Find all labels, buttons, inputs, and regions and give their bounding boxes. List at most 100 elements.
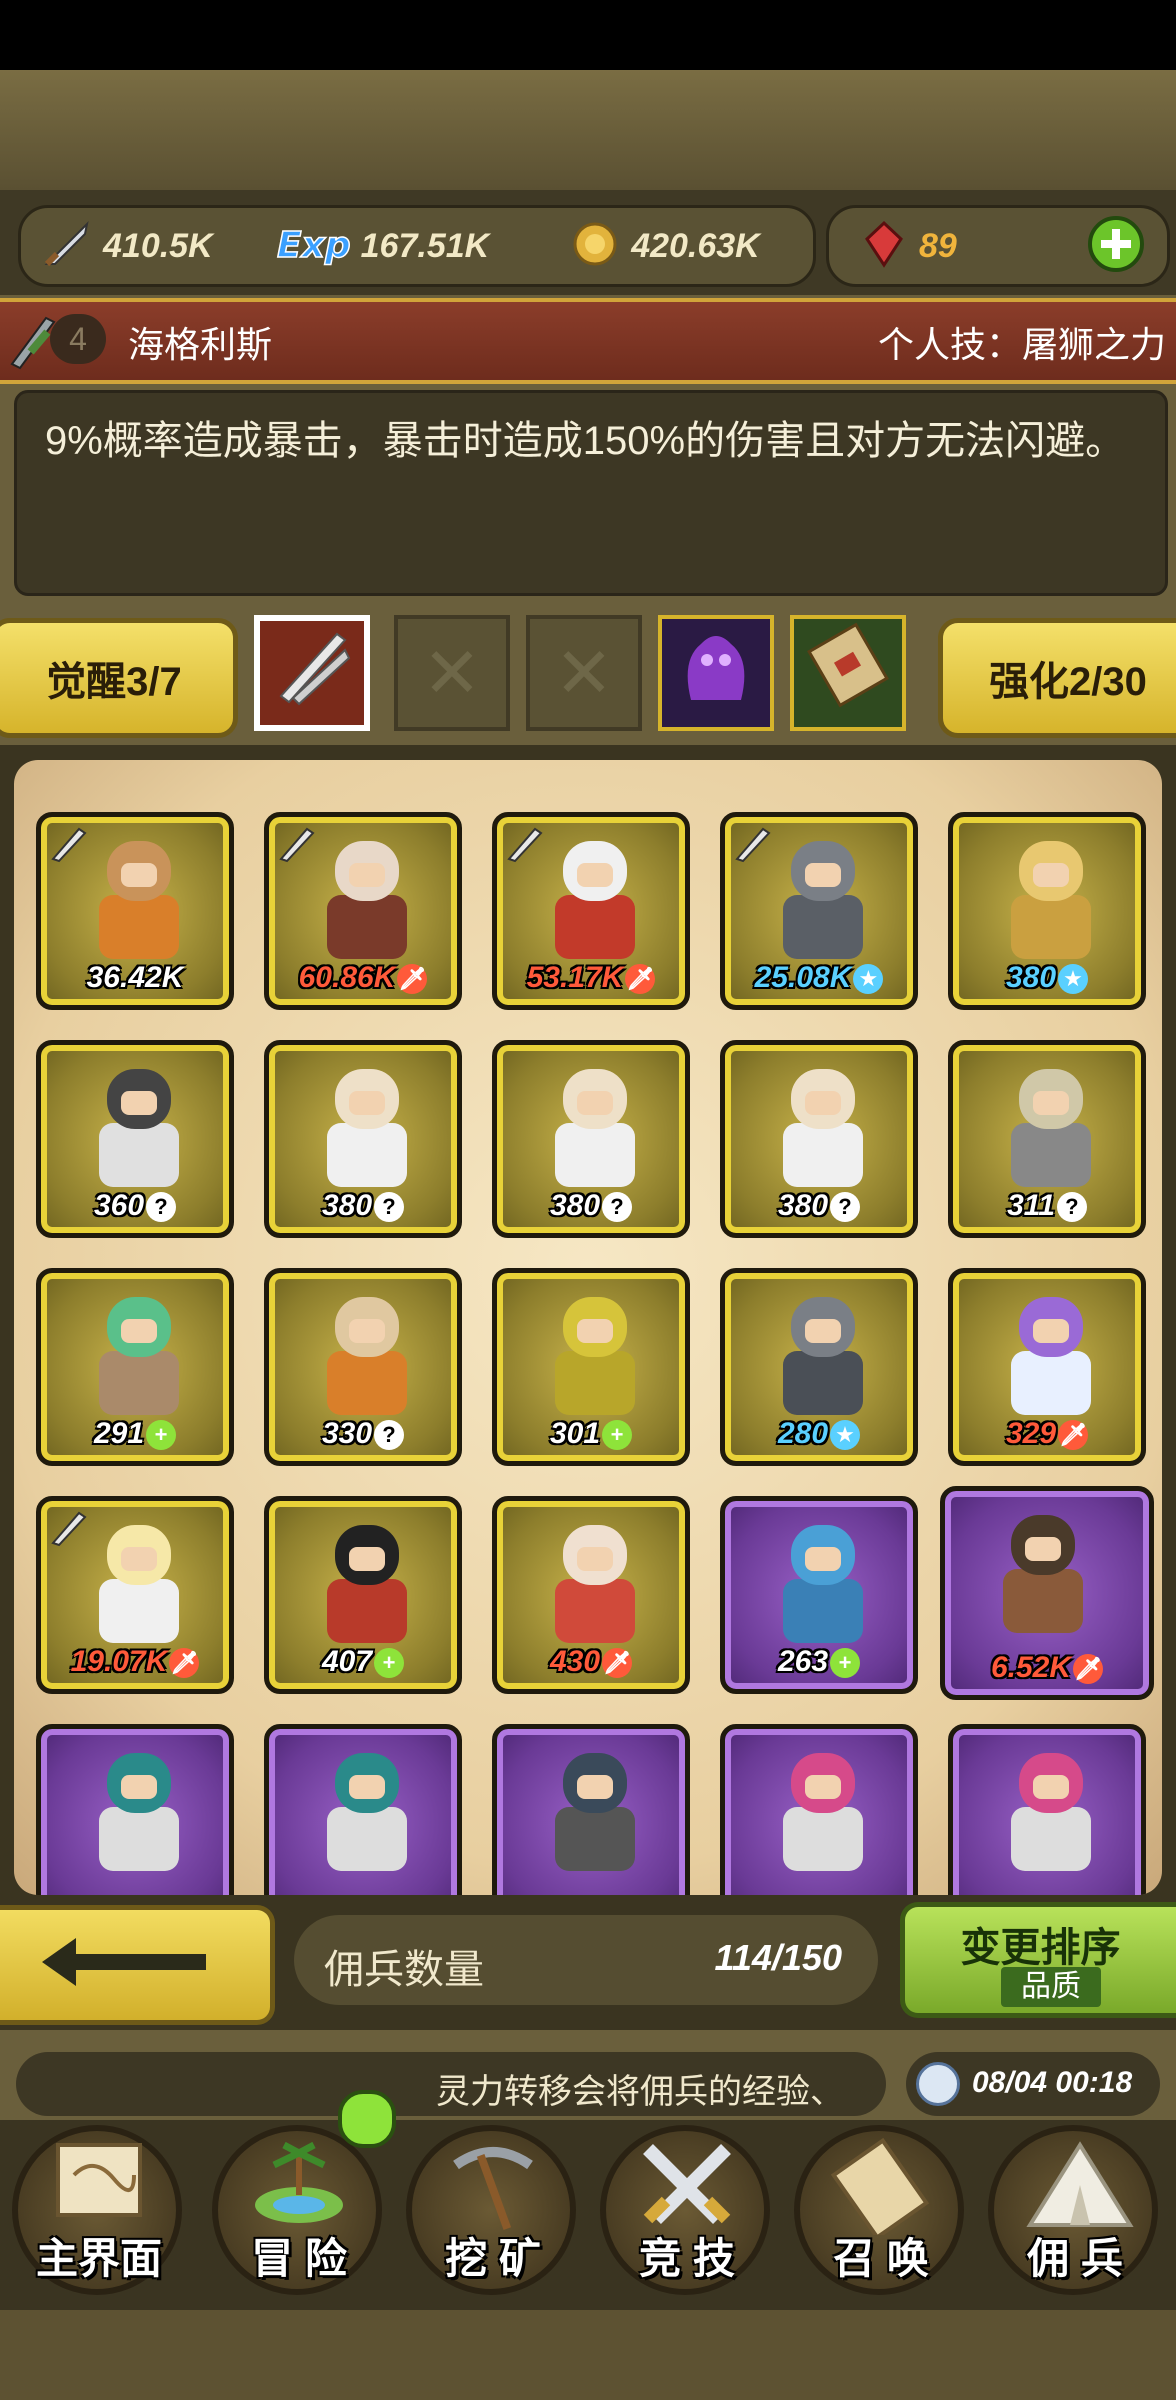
mercenary-card[interactable]: 380?	[264, 1040, 462, 1238]
date-time: 08/04 00:18	[972, 2066, 1133, 2099]
mercenary-power-value: 263	[777, 1645, 829, 1678]
mercenary-power: 407 +	[269, 1645, 457, 1679]
mercenary-card[interactable]: 301 +	[492, 1268, 690, 1466]
mercenary-portrait	[1003, 1753, 1099, 1877]
hero-skill-name: 个人技：屠狮之力	[877, 324, 1166, 365]
class-badge-icon: +	[146, 1420, 177, 1451]
mercenary-power-value: 311	[1007, 1189, 1055, 1222]
mercenary-portrait	[547, 1525, 643, 1649]
mercenary-power: 360?	[41, 1189, 229, 1223]
mercenary-portrait	[1003, 1297, 1099, 1421]
mercenary-power: 380?	[725, 1189, 913, 1223]
mercenary-card[interactable]: 60.86K 🗡	[264, 812, 462, 1010]
nav-mining[interactable]: 挖 矿	[398, 2105, 588, 2305]
skill-description: 9%概率造成暴击，暴击时造成150%的伤害且对方无法闪避。	[45, 419, 1126, 463]
empty-slot-1[interactable]: ✕	[394, 615, 510, 731]
mercenary-card[interactable]: 6.52K 🗡	[940, 1486, 1154, 1700]
mercenary-card[interactable]	[36, 1724, 234, 1895]
class-badge-icon: ★	[853, 964, 884, 995]
resource-panel: 410.5K Exp 167.51K 420.63K	[18, 205, 816, 287]
class-badge-icon: +	[602, 1420, 633, 1451]
mercenary-portrait	[91, 1753, 187, 1877]
scroll-skill-slot[interactable]	[790, 615, 906, 731]
class-badge-icon: +	[830, 1648, 861, 1679]
mercenary-power-value: 25.08K	[754, 961, 852, 994]
mercenary-portrait	[319, 1297, 415, 1421]
class-badge-icon: ?	[146, 1192, 177, 1223]
nav-mercenary[interactable]: 佣 兵	[980, 2105, 1170, 2305]
mercenary-power-value: 280	[777, 1417, 829, 1450]
gold-value: 420.63K	[631, 226, 760, 265]
mercenary-portrait	[547, 841, 643, 965]
mercenary-card[interactable]: 263 +	[720, 1496, 918, 1694]
mercenary-count-label: 佣兵数量	[324, 1948, 484, 1992]
mercenary-power-value: 330	[321, 1417, 373, 1450]
mercenary-card[interactable]: 19.07K 🗡	[36, 1496, 234, 1694]
class-badge-icon: ★	[1058, 964, 1089, 995]
notification-dot	[338, 2090, 396, 2148]
mercenary-card[interactable]: 360?	[36, 1040, 234, 1238]
mercenary-power: 430 🗡	[497, 1645, 685, 1679]
nav-summon[interactable]: 召 唤	[786, 2105, 976, 2305]
class-badge-icon: 🗡	[602, 1648, 633, 1679]
mercenary-power-value: 301	[549, 1417, 601, 1450]
class-badge-icon: ?	[1056, 1192, 1087, 1223]
mercenary-card[interactable]: 407 +	[264, 1496, 462, 1694]
mercenary-portrait	[319, 841, 415, 965]
mercenary-power-value: 60.86K	[298, 961, 396, 994]
mercenary-portrait	[775, 1069, 871, 1193]
mercenary-card[interactable]	[492, 1724, 690, 1895]
nav-arena[interactable]: 竞 技	[592, 2105, 782, 2305]
weapon-tag-icon	[49, 823, 89, 863]
weapon-tag-icon	[733, 823, 773, 863]
hero-level: 4	[50, 314, 106, 364]
nav-home[interactable]: 主界面	[4, 2105, 194, 2305]
mercenary-card[interactable]: 380 ★	[948, 812, 1146, 1010]
class-badge-icon: 🗡	[1073, 1654, 1104, 1685]
mercenary-card[interactable]	[720, 1724, 918, 1895]
add-gems-icon[interactable]	[1087, 215, 1145, 278]
class-badge-icon: ?	[374, 1420, 405, 1451]
enhance-button[interactable]: 强化2/30	[938, 618, 1176, 738]
mercenary-card[interactable]: 329 🗡	[948, 1268, 1146, 1466]
mercenary-power-value: 291	[93, 1417, 145, 1450]
mercenary-card[interactable]	[948, 1724, 1146, 1895]
mercenary-portrait	[91, 1069, 187, 1193]
mercenary-card[interactable]: 53.17K 🗡	[492, 812, 690, 1010]
bottom-decoration	[0, 2310, 1176, 2400]
mercenary-card[interactable]: 36.42K	[36, 812, 234, 1010]
top-banner	[0, 70, 1176, 190]
mercenary-portrait	[775, 1297, 871, 1421]
back-button[interactable]	[0, 1905, 275, 2025]
mercenary-card[interactable]: 330?	[264, 1268, 462, 1466]
mercenary-power-value: 19.07K	[70, 1645, 168, 1678]
curse-skill-slot[interactable]	[658, 615, 774, 731]
mercenary-card[interactable]: 380?	[492, 1040, 690, 1238]
change-sort-button[interactable]: 变更排序 品质	[900, 1902, 1176, 2018]
mercenary-power-value: 380	[321, 1189, 373, 1222]
mercenary-portrait	[91, 841, 187, 965]
empty-slot-2[interactable]: ✕	[526, 615, 642, 731]
nav-adventure-label: 冒 险	[251, 2235, 347, 2282]
mercenary-portrait	[547, 1297, 643, 1421]
mercenary-power-value: 407	[321, 1645, 373, 1678]
mercenary-portrait	[319, 1753, 415, 1877]
nav-mining-label: 挖 矿	[445, 2235, 541, 2282]
mercenary-power: 60.86K 🗡	[269, 961, 457, 995]
mercenary-card[interactable]: 430 🗡	[492, 1496, 690, 1694]
mercenary-card[interactable]: 380?	[720, 1040, 918, 1238]
mercenary-card[interactable]: 25.08K ★	[720, 812, 918, 1010]
mercenary-card[interactable]: 280 ★	[720, 1268, 918, 1466]
mercenary-card[interactable]: 311?	[948, 1040, 1146, 1238]
exp-icon: Exp	[273, 219, 353, 274]
ruby-icon	[857, 217, 911, 276]
mercenary-card[interactable]: 291 +	[36, 1268, 234, 1466]
equipped-skill-slot[interactable]	[254, 615, 370, 731]
nav-arena-label: 竞 技	[639, 2235, 735, 2282]
mercenary-power: 6.52K 🗡	[945, 1651, 1149, 1685]
awaken-button[interactable]: 觉醒3/7	[0, 618, 238, 738]
mercenary-power-value: 360	[93, 1189, 145, 1222]
nav-mercenary-label: 佣 兵	[1027, 2235, 1123, 2282]
mercenary-card[interactable]	[264, 1724, 462, 1895]
mercenary-power: 280 ★	[725, 1417, 913, 1451]
